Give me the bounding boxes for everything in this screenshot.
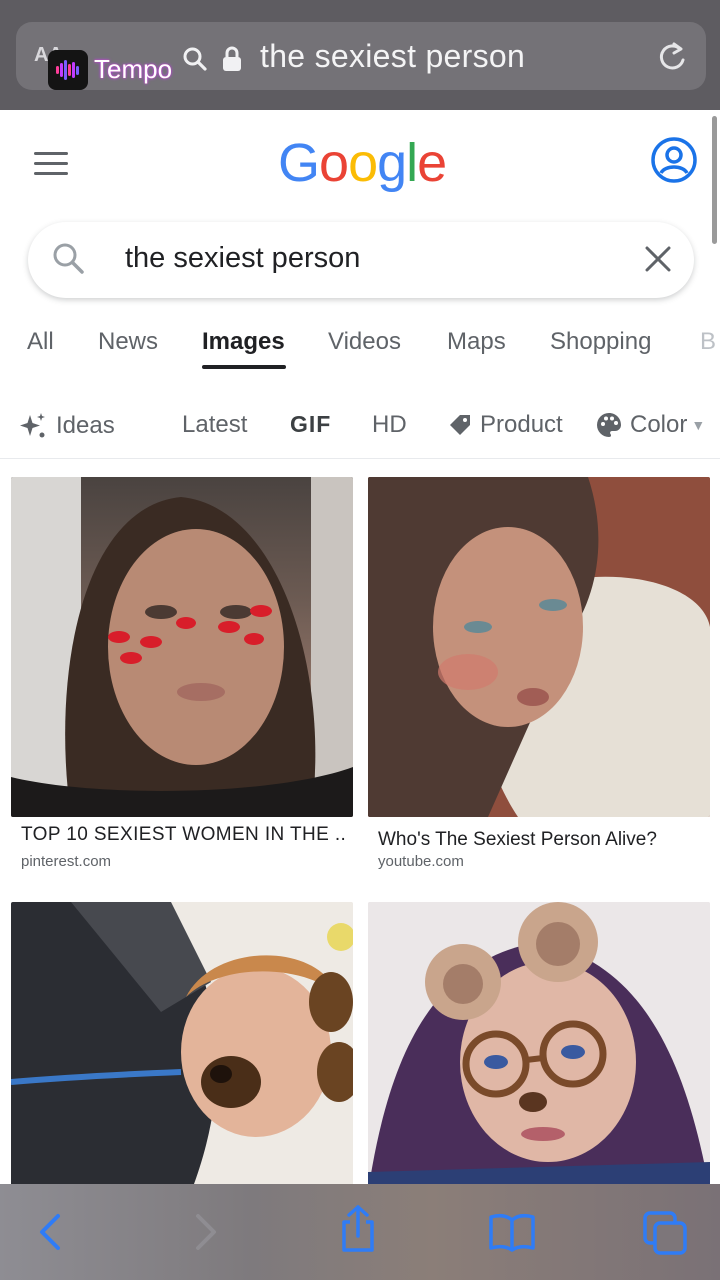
portrait-photo — [368, 477, 710, 817]
url-text[interactable]: the sexiest person — [260, 38, 525, 75]
result-image-2[interactable] — [368, 477, 710, 817]
tab-news[interactable]: News — [98, 328, 158, 356]
portrait-photo — [11, 477, 353, 817]
chip-color[interactable]: Color ▼ — [596, 411, 705, 439]
tab-images[interactable]: Images — [202, 328, 285, 356]
tab-shopping[interactable]: Shopping — [550, 328, 651, 356]
tempo-app-logo — [48, 50, 88, 90]
result-title-1[interactable]: TOP 10 SEXIEST WOMEN IN THE .. — [21, 824, 351, 846]
logo-letter: l — [406, 133, 418, 193]
result-title-2[interactable]: Who's The Sexiest Person Alive? — [378, 829, 708, 851]
address-bar[interactable]: AA Tempo the sexiest person — [16, 22, 706, 90]
browser-bottom-bar — [0, 1184, 720, 1280]
logo-letter: g — [377, 133, 407, 193]
account-icon[interactable] — [650, 136, 698, 189]
result-image-1[interactable] — [11, 477, 353, 817]
share-icon[interactable] — [338, 1204, 378, 1259]
lock-icon — [222, 46, 242, 77]
tabs-icon[interactable] — [642, 1210, 688, 1261]
chip-label: Ideas — [56, 412, 115, 439]
search-icon — [182, 46, 208, 77]
tempo-label: Tempo — [94, 54, 173, 84]
tab-all[interactable]: All — [27, 328, 54, 356]
chevron-down-icon: ▼ — [691, 417, 706, 433]
bookmarks-icon[interactable] — [488, 1212, 536, 1257]
search-tabs: All News Images Videos Maps Shopping B — [0, 318, 720, 378]
tag-icon — [450, 415, 470, 435]
back-icon[interactable] — [36, 1210, 64, 1259]
browser-top-bar: AA Tempo the sexiest person — [0, 0, 720, 110]
search-input[interactable]: the sexiest person — [125, 242, 360, 275]
tab-maps[interactable]: Maps — [447, 328, 506, 356]
hamburger-menu-icon[interactable] — [34, 152, 68, 178]
search-icon — [52, 242, 86, 281]
clear-icon[interactable] — [643, 244, 673, 279]
result-image-3[interactable] — [11, 902, 353, 1192]
tempo-waveform-icon — [56, 60, 80, 80]
tab-videos[interactable]: Videos — [328, 328, 401, 356]
logo-letter: G — [278, 133, 320, 193]
tab-books[interactable]: B — [700, 328, 716, 356]
sparkle-icon — [20, 413, 45, 438]
reload-icon[interactable] — [656, 40, 688, 79]
chip-label: Product — [480, 411, 563, 438]
logo-letter: e — [417, 133, 447, 193]
result-source-2[interactable]: youtube.com — [378, 853, 464, 870]
chip-gif[interactable]: GIF — [290, 411, 331, 438]
logo-letter: o — [348, 133, 378, 193]
chip-latest[interactable]: Latest — [182, 411, 247, 439]
filter-chips: Ideas Latest GIF HD Product Color ▼ — [0, 395, 720, 459]
logo-letter: o — [319, 133, 349, 193]
portrait-photo — [368, 902, 710, 1192]
chip-hd[interactable]: HD — [372, 411, 407, 439]
search-box[interactable]: the sexiest person — [28, 222, 694, 298]
active-tab-indicator — [202, 365, 286, 369]
result-source-1[interactable]: pinterest.com — [21, 853, 111, 870]
chip-label: Color — [630, 411, 688, 438]
chip-ideas[interactable]: Ideas — [18, 411, 115, 441]
result-image-4[interactable] — [368, 902, 710, 1192]
google-logo[interactable]: Google — [278, 132, 447, 194]
palette-icon — [597, 413, 621, 437]
portrait-photo — [11, 902, 353, 1192]
google-header: Google — [0, 110, 720, 220]
chip-product[interactable]: Product — [448, 411, 563, 439]
forward-icon[interactable] — [192, 1210, 220, 1259]
